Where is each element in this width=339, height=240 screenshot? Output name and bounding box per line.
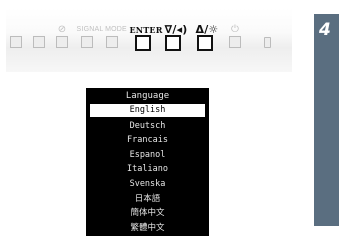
menu-item-francais[interactable]: Francais bbox=[90, 133, 205, 148]
step-badge bbox=[314, 14, 339, 226]
step-number: 4 bbox=[319, 20, 331, 40]
mode-button[interactable] bbox=[106, 36, 118, 48]
button-2[interactable] bbox=[33, 36, 45, 48]
down-volume-button[interactable] bbox=[165, 35, 181, 51]
menu-item-simplified-chinese[interactable]: 簡体中文 bbox=[90, 206, 205, 221]
menu-item-svenska[interactable]: Svenska bbox=[90, 177, 205, 192]
power-indicator-led bbox=[264, 37, 271, 48]
language-list: English Deutsch Francais Espanol Italian… bbox=[90, 104, 205, 235]
signal-button[interactable] bbox=[81, 36, 93, 48]
up-brightness-button[interactable] bbox=[197, 35, 213, 51]
menu-item-english[interactable]: English bbox=[90, 104, 205, 117]
power-button[interactable] bbox=[229, 36, 241, 48]
button-1[interactable] bbox=[10, 36, 22, 48]
menu-item-japanese[interactable]: 日本語 bbox=[90, 192, 205, 207]
enter-button[interactable] bbox=[135, 35, 151, 51]
menu-item-deutsch[interactable]: Deutsch bbox=[90, 119, 205, 134]
menu-title: Language bbox=[125, 91, 170, 101]
eco-button[interactable] bbox=[56, 36, 68, 48]
language-menu: Language English Deutsch Francais Espano… bbox=[86, 88, 209, 236]
menu-item-traditional-chinese[interactable]: 繁體中文 bbox=[90, 221, 205, 236]
menu-item-espanol[interactable]: Espanol bbox=[90, 148, 205, 163]
menu-item-italiano[interactable]: Italiano bbox=[90, 162, 205, 177]
monitor-control-panel: ⊘ SIGNAL MODE ENTER ∇/◂) Δ/☼ ⏻ bbox=[6, 8, 292, 72]
